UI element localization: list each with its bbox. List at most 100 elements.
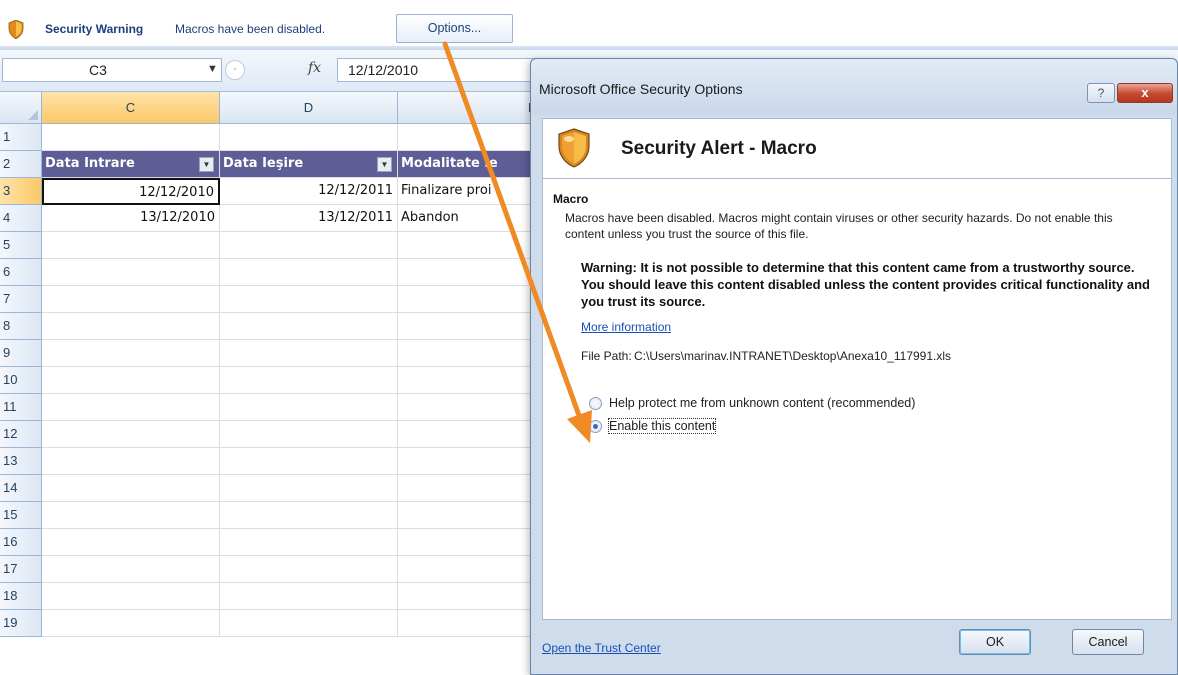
dialog-heading: Security Alert - Macro (621, 138, 817, 159)
row-header-1[interactable]: 1 (0, 124, 42, 151)
empty-cell[interactable] (220, 124, 398, 151)
row-header-6[interactable]: 6 (0, 259, 42, 286)
table-cell[interactable]: 12/12/2011 (220, 178, 398, 205)
formula-value: 12/12/2010 (348, 62, 419, 78)
file-path-label: File Path: (581, 349, 632, 363)
empty-cell[interactable] (220, 394, 398, 421)
empty-cell[interactable] (220, 556, 398, 583)
security-options-dialog: Microsoft Office Security Options ? x Se… (530, 58, 1178, 675)
section-label: Macro (553, 192, 589, 206)
row-header-8[interactable]: 8 (0, 313, 42, 340)
security-warning-text: Macros have been disabled. (175, 22, 326, 36)
empty-cell[interactable] (220, 367, 398, 394)
active-cell[interactable]: 12/12/2010 (42, 178, 220, 205)
empty-cell[interactable] (42, 475, 220, 502)
spreadsheet-grid: C D E 12345678910111213141516171819 Data… (0, 92, 560, 675)
close-button[interactable]: x (1117, 83, 1173, 103)
column-header-d[interactable]: D (220, 92, 398, 124)
name-box[interactable]: C3 ▼ (2, 58, 222, 82)
table-header-cell[interactable]: Data Ieşire (220, 151, 398, 178)
formula-input[interactable]: 12/12/2010 (337, 58, 537, 82)
filter-dropdown-icon[interactable]: ▼ (199, 157, 214, 172)
row-header-10[interactable]: 10 (0, 367, 42, 394)
empty-cell[interactable] (42, 448, 220, 475)
empty-cell[interactable] (42, 259, 220, 286)
security-warning-title: Security Warning (45, 22, 144, 36)
ok-button[interactable]: OK (959, 629, 1031, 655)
empty-cell[interactable] (220, 259, 398, 286)
warning-text: Warning: It is not possible to determine… (581, 260, 1150, 309)
empty-cell[interactable] (42, 421, 220, 448)
empty-cell[interactable] (220, 448, 398, 475)
empty-cell[interactable] (42, 610, 220, 637)
empty-cell[interactable] (220, 475, 398, 502)
row-header-15[interactable]: 15 (0, 502, 42, 529)
empty-cell[interactable] (220, 232, 398, 259)
dialog-title: Microsoft Office Security Options (539, 81, 743, 97)
empty-cell[interactable] (42, 502, 220, 529)
empty-cell[interactable] (42, 394, 220, 421)
empty-cell[interactable] (220, 286, 398, 313)
empty-cell[interactable] (42, 556, 220, 583)
empty-cell[interactable] (42, 286, 220, 313)
name-box-value: C3 (89, 62, 107, 78)
row-header-2[interactable]: 2 (0, 151, 42, 178)
header-label: Modalitate le (401, 156, 498, 171)
open-trust-center-link[interactable]: Open the Trust Center (542, 641, 661, 655)
shield-icon (8, 20, 24, 39)
empty-cell[interactable] (220, 583, 398, 610)
row-header-3[interactable]: 3 (0, 178, 42, 205)
shield-icon (558, 128, 590, 168)
row-header-11[interactable]: 11 (0, 394, 42, 421)
empty-cell[interactable] (42, 529, 220, 556)
row-header-12[interactable]: 12 (0, 421, 42, 448)
row-header-14[interactable]: 14 (0, 475, 42, 502)
select-all-corner[interactable] (0, 92, 42, 124)
macro-description: Macros have been disabled. Macros might … (565, 211, 1113, 241)
table-cell[interactable]: 13/12/2011 (220, 205, 398, 232)
header-label: Data Ieşire (223, 156, 304, 171)
empty-cell[interactable] (220, 421, 398, 448)
radio-button-selected[interactable] (589, 420, 602, 433)
empty-cell[interactable] (42, 367, 220, 394)
filter-dropdown-icon[interactable]: ▼ (377, 157, 392, 172)
chevron-down-icon[interactable]: ▼ (207, 63, 218, 75)
row-header-4[interactable]: 4 (0, 205, 42, 232)
table-cell[interactable]: 13/12/2010 (42, 205, 220, 232)
row-header-16[interactable]: 16 (0, 529, 42, 556)
column-header-c[interactable]: C (42, 92, 220, 124)
row-header-7[interactable]: 7 (0, 286, 42, 313)
empty-cell[interactable] (220, 529, 398, 556)
file-path-value: C:\Users\marinav.INTRANET\Desktop\Anexa1… (634, 349, 952, 363)
cancel-button[interactable]: Cancel (1072, 629, 1144, 655)
empty-cell[interactable] (220, 313, 398, 340)
row-header-19[interactable]: 19 (0, 610, 42, 637)
table-header-cell[interactable]: Data Intrare (42, 151, 220, 178)
dialog-header: Security Alert - Macro (542, 118, 1172, 178)
formula-cancel-icon[interactable]: ◦ (225, 60, 245, 80)
empty-cell[interactable] (42, 124, 220, 151)
security-message-bar: Security Warning Macros have been disabl… (0, 0, 1178, 50)
insert-function-icon[interactable]: fx (308, 60, 321, 76)
empty-cell[interactable] (220, 502, 398, 529)
row-header-18[interactable]: 18 (0, 583, 42, 610)
radio-button[interactable] (589, 397, 602, 410)
radio-label[interactable]: Enable this content (607, 418, 717, 434)
row-header-13[interactable]: 13 (0, 448, 42, 475)
empty-cell[interactable] (42, 340, 220, 367)
row-header-5[interactable]: 5 (0, 232, 42, 259)
help-button[interactable]: ? (1087, 83, 1115, 103)
empty-cell[interactable] (42, 232, 220, 259)
dialog-titlebar[interactable]: Microsoft Office Security Options ? x (531, 59, 1177, 115)
more-information-link[interactable]: More information (581, 320, 671, 334)
empty-cell[interactable] (220, 610, 398, 637)
row-header-9[interactable]: 9 (0, 340, 42, 367)
header-label: Data Intrare (45, 156, 135, 171)
row-header-17[interactable]: 17 (0, 556, 42, 583)
radio-label[interactable]: Help protect me from unknown content (re… (609, 396, 915, 410)
options-button[interactable]: Options... (396, 14, 513, 43)
empty-cell[interactable] (220, 340, 398, 367)
dialog-body: Macro Macros have been disabled. Macros … (542, 178, 1172, 620)
empty-cell[interactable] (42, 313, 220, 340)
empty-cell[interactable] (42, 583, 220, 610)
